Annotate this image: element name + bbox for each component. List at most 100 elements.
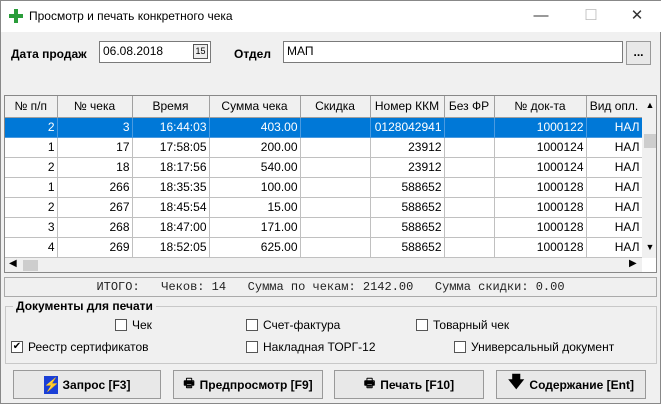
table-cell: 4 xyxy=(5,237,58,258)
scroll-down-icon[interactable]: ▼ xyxy=(642,242,656,252)
dept-input[interactable]: МАП xyxy=(283,41,623,63)
query-button[interactable]: ⚡ Запрос [F3] xyxy=(13,370,161,399)
browse-dept-button[interactable]: ... xyxy=(626,41,651,65)
checkbox-box[interactable] xyxy=(115,319,127,331)
table-cell: НАЛ xyxy=(586,217,643,238)
checkbox-4[interactable]: ✔ Реестр сертификатов xyxy=(11,340,149,354)
table-cell: 540.00 xyxy=(209,157,301,178)
vertical-scrollbar[interactable]: ▲ ▼ xyxy=(642,96,656,258)
table-cell: 1000124 xyxy=(494,157,587,178)
checkbox-label: Реестр сертификатов xyxy=(28,340,149,354)
table-row[interactable]: 2 18 18:17:56 540.00 23912 1000124 НАЛ xyxy=(5,157,643,178)
table-cell: 16:44:03 xyxy=(132,117,210,138)
checkbox-label: Счет-фактура xyxy=(263,318,341,332)
checkbox-box[interactable] xyxy=(246,341,258,353)
table-cell: 403.00 xyxy=(209,117,301,138)
checkbox-box[interactable]: ✔ xyxy=(11,341,23,353)
table-cell: НАЛ xyxy=(586,137,643,158)
column-header[interactable]: № п/п xyxy=(5,96,58,118)
table-row[interactable]: 1 266 18:35:35 100.00 588652 1000128 НАЛ xyxy=(5,177,643,198)
checkbox-1[interactable]: Чек xyxy=(115,318,152,332)
print-docs-group xyxy=(5,306,657,364)
maximize-button[interactable]: ☐ xyxy=(571,3,611,29)
table-cell: 625.00 xyxy=(209,237,301,258)
column-header[interactable]: Скидка xyxy=(300,96,371,118)
column-header[interactable]: Номер ККМ xyxy=(370,96,445,118)
table-cell: 15.00 xyxy=(209,197,301,218)
table-cell: 1000128 xyxy=(494,197,587,218)
table-cell: 1 xyxy=(5,137,58,158)
table-cell: 1000128 xyxy=(494,177,587,198)
table-row[interactable]: 1 17 17:58:05 200.00 23912 1000124 НАЛ xyxy=(5,137,643,158)
checkbox-label: Чек xyxy=(132,318,152,332)
preview-button[interactable]: 🖶 Предпросмотр [F9] xyxy=(173,370,323,399)
column-header[interactable]: Сумма чека xyxy=(209,96,301,118)
totals-bar: ИТОГО: Чеков: 14 Сумма по чекам: 2142.00… xyxy=(4,277,657,297)
scroll-right-icon[interactable]: ▶ xyxy=(629,258,637,269)
table-cell: 0128042941 xyxy=(370,117,445,138)
table-cell xyxy=(444,117,495,138)
table-cell: 588652 xyxy=(370,237,445,258)
table-cell: 100.00 xyxy=(209,177,301,198)
column-header[interactable]: Вид опл. xyxy=(586,96,643,118)
table-cell xyxy=(300,197,371,218)
table-cell: НАЛ xyxy=(586,197,643,218)
table-cell: 171.00 xyxy=(209,217,301,238)
print-button[interactable]: 🖶 Печать [F10] xyxy=(334,370,484,399)
table-row[interactable]: 3 268 18:47:00 171.00 588652 1000128 НАЛ xyxy=(5,217,643,238)
calendar-icon[interactable]: 15 xyxy=(193,44,208,59)
table-cell xyxy=(300,177,371,198)
scroll-up-icon[interactable]: ▲ xyxy=(642,100,656,110)
horizontal-scrollbar[interactable]: ◀ ▶ xyxy=(5,258,642,272)
hscroll-thumb[interactable] xyxy=(23,260,38,271)
table-cell: 1 xyxy=(5,177,58,198)
table-cell: 18:35:35 xyxy=(132,177,210,198)
checkbox-box[interactable] xyxy=(246,319,258,331)
table-cell: 1000128 xyxy=(494,237,587,258)
printer-icon: 🖶 xyxy=(363,376,376,390)
close-button[interactable]: ✕ xyxy=(617,3,657,29)
checkbox-6[interactable]: Универсальный документ xyxy=(454,340,614,354)
checks-table[interactable]: № п/п № чека Время Сумма чека Скидка Номер КК… xyxy=(4,95,657,273)
checkbox-label: Товарный чек xyxy=(433,318,510,332)
table-cell xyxy=(300,117,371,138)
date-label: Дата продаж xyxy=(11,47,87,61)
table-cell: 268 xyxy=(57,217,133,238)
table-cell: 18:45:54 xyxy=(132,197,210,218)
table-row[interactable]: 4 269 18:52:05 625.00 588652 1000128 НАЛ xyxy=(5,237,643,258)
scroll-left-icon[interactable]: ◀ xyxy=(9,258,17,269)
checkbox-5[interactable]: Накладная ТОРГ-12 xyxy=(246,340,376,354)
checkbox-box[interactable] xyxy=(416,319,428,331)
table-cell: 23912 xyxy=(370,157,445,178)
table-cell xyxy=(444,217,495,238)
table-cell: НАЛ xyxy=(586,237,643,258)
checkbox-label: Накладная ТОРГ-12 xyxy=(263,340,376,354)
table-cell xyxy=(444,237,495,258)
column-header[interactable]: Без ФР xyxy=(444,96,495,118)
table-cell: 17:58:05 xyxy=(132,137,210,158)
column-header[interactable]: № чека xyxy=(57,96,133,118)
content-button[interactable]: 🡇 Содержание [Ent] xyxy=(496,370,646,399)
table-row[interactable]: 2 3 16:44:03 403.00 0128042941 1000122 НАЛ xyxy=(5,117,643,138)
table-cell: 18:47:00 xyxy=(132,217,210,238)
column-header[interactable]: № док-та xyxy=(494,96,587,118)
table-row[interactable]: 2 267 18:45:54 15.00 588652 1000128 НАЛ xyxy=(5,197,643,218)
printer-icon: 🖶 xyxy=(183,376,195,390)
checkbox-2[interactable]: Счет-фактура xyxy=(246,318,340,332)
checkbox-box[interactable] xyxy=(454,341,466,353)
table-cell: 18:52:05 xyxy=(132,237,210,258)
table-cell: 266 xyxy=(57,177,133,198)
minimize-button[interactable]: — xyxy=(521,3,561,29)
table-cell: 269 xyxy=(57,237,133,258)
table-cell: 17 xyxy=(57,137,133,158)
table-cell: 588652 xyxy=(370,197,445,218)
table-cell: НАЛ xyxy=(586,117,643,138)
table-cell: 200.00 xyxy=(209,137,301,158)
table-cell: 588652 xyxy=(370,217,445,238)
title-bar: Просмотр и печать конкретного чека — ☐ ✕ xyxy=(1,1,661,32)
column-header[interactable]: Время xyxy=(132,96,210,118)
checkbox-3[interactable]: Товарный чек xyxy=(416,318,509,332)
scroll-thumb[interactable] xyxy=(644,134,656,148)
table-cell: НАЛ xyxy=(586,177,643,198)
table-cell xyxy=(300,217,371,238)
